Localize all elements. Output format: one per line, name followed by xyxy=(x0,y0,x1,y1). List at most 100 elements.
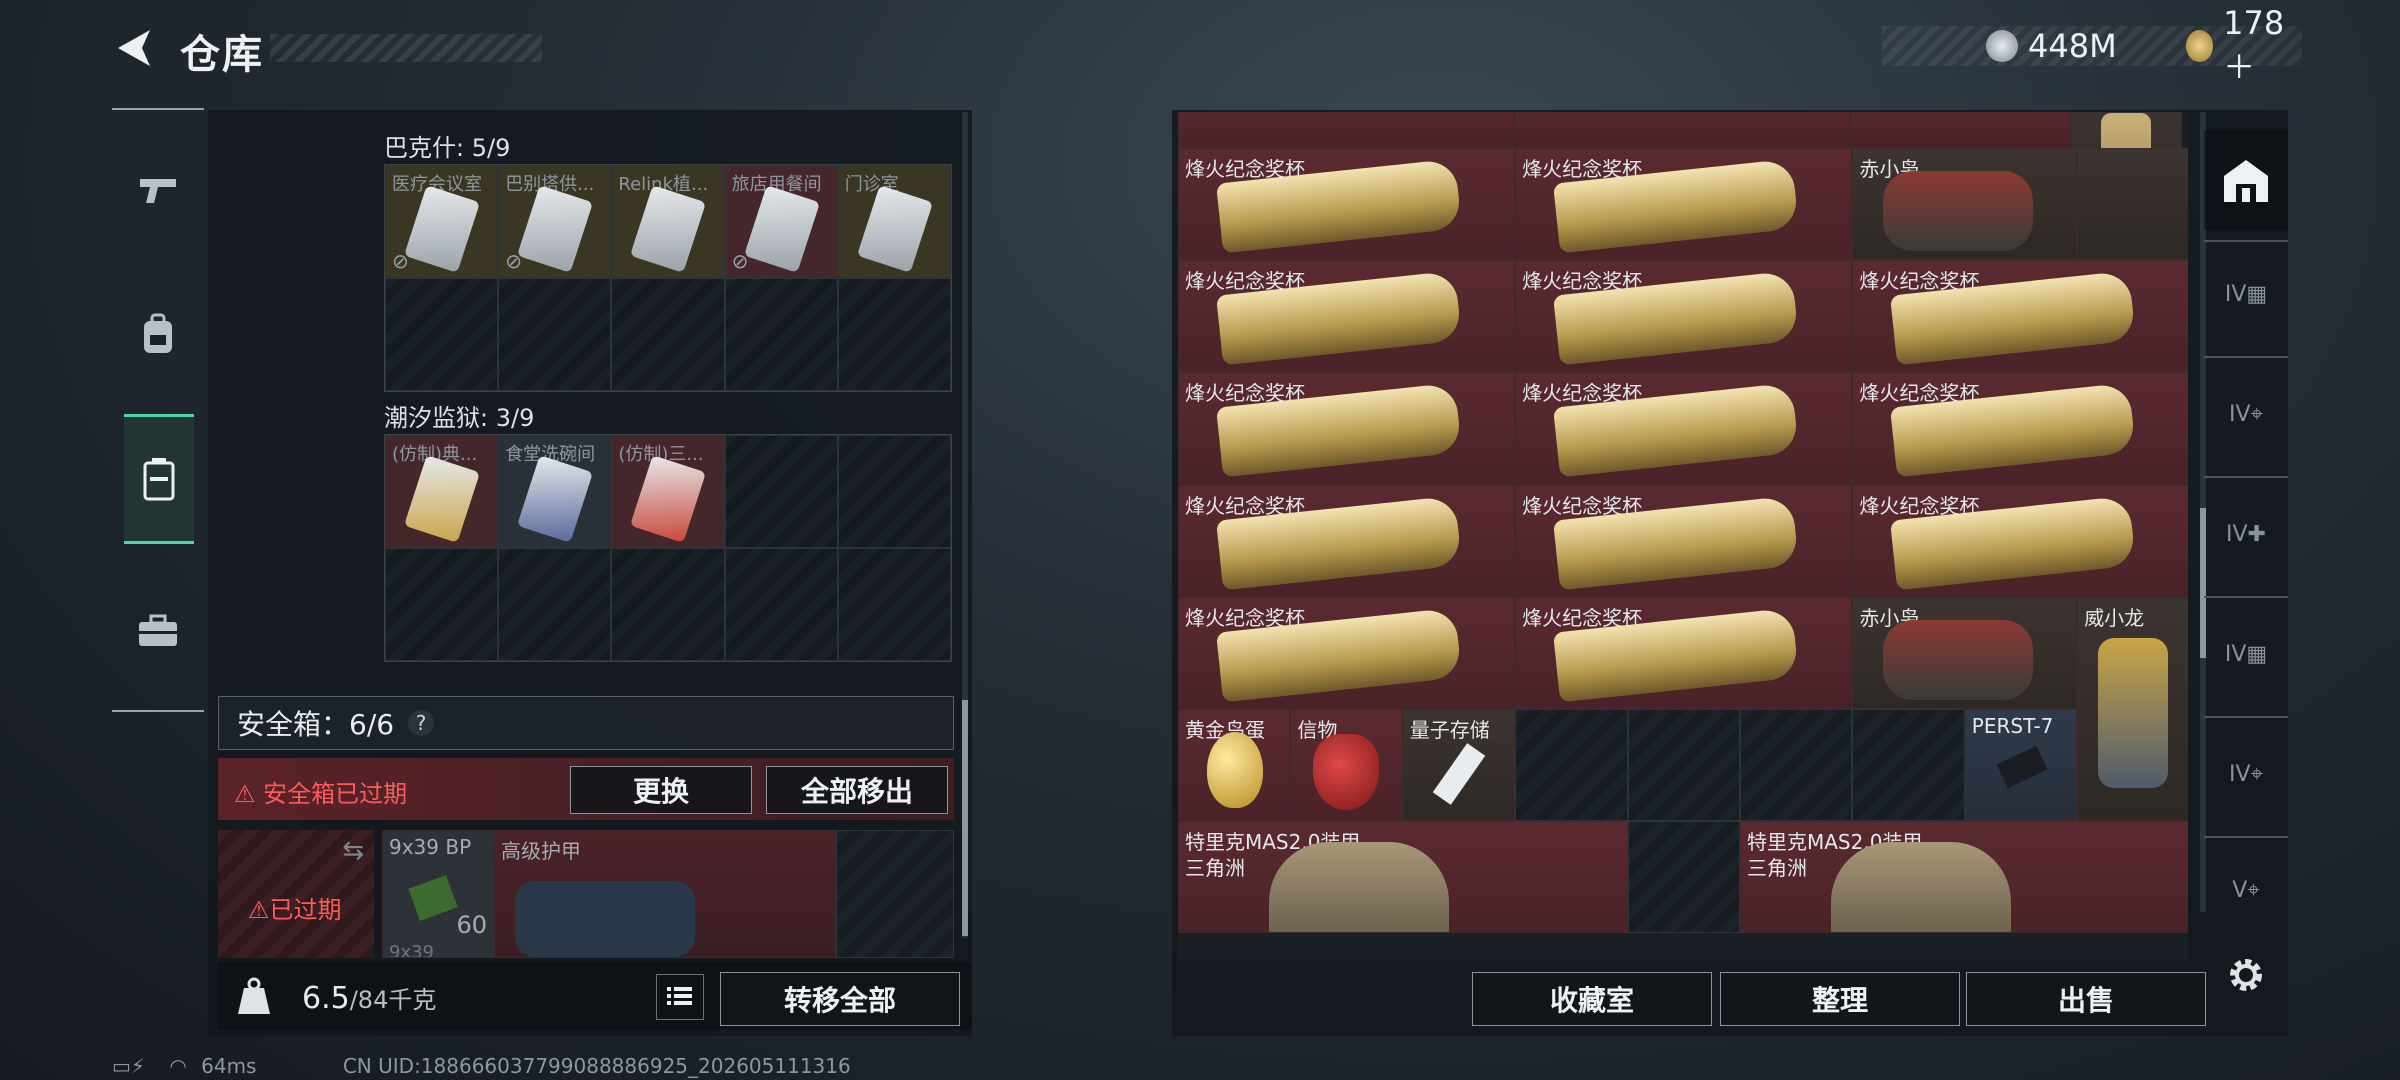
perst-item[interactable]: PERST-7 xyxy=(1964,709,2078,822)
gold-coin-icon xyxy=(2186,30,2214,62)
keycard-slot[interactable]: 门诊室 xyxy=(837,165,951,278)
trophy-item[interactable]: 烽火纪念奖杯 xyxy=(1178,148,1516,261)
empty-slot[interactable] xyxy=(385,548,499,661)
keycard-slot[interactable]: (仿制)三... xyxy=(611,435,725,548)
empty-slot[interactable] xyxy=(1515,709,1628,822)
empty-slot[interactable] xyxy=(498,278,612,391)
empty-slot[interactable] xyxy=(837,548,951,661)
sell-button[interactable]: 出售 xyxy=(1966,972,2206,1026)
item-label: PERST-7 xyxy=(1971,714,2054,738)
case-iv-tab-3[interactable]: IV✚ xyxy=(2204,484,2288,584)
weixiaolong-item[interactable]: 威小龙 xyxy=(2077,596,2188,822)
toolbar-divider xyxy=(2204,836,2288,838)
empty-slot[interactable] xyxy=(1740,709,1853,822)
section-title-bakesh: 巴克什: 5/9 xyxy=(384,134,511,162)
stash-icon xyxy=(2224,160,2268,202)
trophy-item[interactable]: 烽火纪念奖杯 xyxy=(1515,148,1853,261)
replace-button[interactable]: 更换 xyxy=(570,766,752,814)
nav-divider-top xyxy=(112,108,204,110)
expired-notice-text: 安全箱已过期 xyxy=(263,780,408,808)
token-item[interactable]: 信物 xyxy=(1290,709,1403,822)
weight-kg-icon xyxy=(238,977,270,1014)
backpack-icon xyxy=(144,313,172,353)
empty-slot[interactable] xyxy=(836,830,954,958)
empty-slot[interactable] xyxy=(1852,709,1965,822)
currency-gold[interactable]: 178＋ xyxy=(2186,4,2302,86)
empty-slot[interactable] xyxy=(611,278,725,391)
safe-box-slot[interactable]: ⇆ ⚠已过期 xyxy=(218,830,374,958)
no-trade-icon: ⊘ xyxy=(505,249,522,273)
empty-slot[interactable] xyxy=(724,435,838,548)
keycard-slot[interactable]: 旅店用餐间 ⊘ xyxy=(724,165,838,278)
trophy-item[interactable]: 烽火纪念奖杯 xyxy=(1178,260,1516,373)
armor-item[interactable]: 特里克MAS2.0装甲 三角洲 xyxy=(1740,821,2188,934)
case-iv-tab-1[interactable]: IV▦ xyxy=(2204,244,2288,344)
case-iv-tab-2[interactable]: IV⌖ xyxy=(2204,364,2288,464)
keycard-slot[interactable]: Relink植... xyxy=(611,165,725,278)
empty-slot[interactable] xyxy=(498,548,612,661)
case-iv-tab-5[interactable]: IV⌖ xyxy=(2204,724,2288,824)
empty-slot[interactable] xyxy=(837,435,951,548)
nav-container[interactable] xyxy=(124,414,194,544)
armor-item[interactable]: 特里克MAS2.0装甲 三角洲 xyxy=(1178,821,1628,934)
case-v-tab-1[interactable]: V⌖ xyxy=(2204,842,2288,938)
player-uid: CN UID:188666037799088886925_20260511131… xyxy=(342,1054,851,1078)
back-button[interactable] xyxy=(112,26,156,70)
no-trade-icon: ⊘ xyxy=(731,249,749,273)
currency-havoc[interactable]: 448M xyxy=(1986,26,2117,66)
trophy-item[interactable]: 烽火纪念奖杯 xyxy=(1515,596,1853,709)
trophy-item[interactable]: 烽火纪念奖杯 xyxy=(1852,484,2188,597)
case-iv-tab-4[interactable]: IV▦ xyxy=(2204,604,2288,704)
silver-coin-icon xyxy=(1986,30,2018,62)
keycard-slot[interactable]: 医疗会议室 ⊘ xyxy=(385,165,499,278)
trophy-item[interactable]: 烽火纪念奖杯 xyxy=(1515,484,1853,597)
figure-item[interactable] xyxy=(2077,148,2188,261)
ammo-item[interactable]: 9x39 BP 60 9x39 xyxy=(382,830,494,958)
stash-tab[interactable] xyxy=(2204,130,2288,230)
nav-toolbox[interactable] xyxy=(112,566,204,696)
sort-button[interactable]: 整理 xyxy=(1720,972,1960,1026)
list-icon xyxy=(667,987,692,1005)
empty-slot[interactable] xyxy=(385,278,499,391)
list-view-button[interactable] xyxy=(656,974,704,1020)
chixiaoxiao-item[interactable]: 赤小枭 xyxy=(1852,596,2078,709)
weight-value: 6.5 xyxy=(302,981,350,1016)
keycard-grid-prison: (仿制)典... 食堂洗碗间 (仿制)三... xyxy=(384,434,952,662)
trophy-item[interactable]: 烽火纪念奖杯 xyxy=(1852,372,2188,485)
move-all-out-button[interactable]: 全部移出 xyxy=(766,766,948,814)
currency-bar: 448M 178＋ xyxy=(1882,4,2302,86)
empty-slot[interactable] xyxy=(724,278,838,391)
keycard-slot[interactable]: 食堂洗碗间 xyxy=(498,435,612,548)
collection-room-button[interactable]: 收藏室 xyxy=(1472,972,1712,1026)
empty-slot[interactable] xyxy=(1627,821,1740,934)
figure-icon xyxy=(2098,637,2169,788)
quantum-storage-item[interactable]: 量子存储 xyxy=(1402,709,1516,822)
keycard-icon xyxy=(517,185,594,273)
keycard-slot[interactable]: 巴别塔供... ⊘ xyxy=(498,165,612,278)
trophy-item[interactable]: 烽火纪念奖杯 xyxy=(1178,484,1516,597)
empty-slot[interactable] xyxy=(611,548,725,661)
armor-item[interactable]: 高级护甲 xyxy=(494,830,836,958)
device-icon xyxy=(1996,745,2048,789)
trophy-item[interactable]: 烽火纪念奖杯 xyxy=(1515,260,1853,373)
keycard-icon xyxy=(403,185,481,273)
figure-icon xyxy=(1883,619,2034,700)
nav-firearm[interactable] xyxy=(112,124,204,254)
help-icon[interactable]: ? xyxy=(408,710,435,736)
no-trade-icon: ⊘ xyxy=(392,249,409,273)
armor-icon xyxy=(1831,842,2011,933)
trophy-item[interactable]: 烽火纪念奖杯 xyxy=(1852,260,2188,373)
keycard-slot[interactable]: (仿制)典... xyxy=(385,435,499,548)
trophy-item[interactable]: 烽火纪念奖杯 xyxy=(1178,372,1516,485)
golden-egg-item[interactable]: 黄金鸟蛋 xyxy=(1178,709,1291,822)
trophy-item[interactable]: 烽火纪念奖杯 xyxy=(1178,596,1516,709)
empty-slot[interactable] xyxy=(1627,709,1740,822)
left-scrollbar-thumb[interactable] xyxy=(962,700,968,936)
transfer-all-button[interactable]: 转移全部 xyxy=(720,972,960,1026)
nav-backpack[interactable] xyxy=(112,270,204,400)
trophy-item[interactable]: 烽火纪念奖杯 xyxy=(1515,372,1853,485)
empty-slot[interactable] xyxy=(724,548,838,661)
settings-button[interactable] xyxy=(2204,930,2288,1020)
empty-slot[interactable] xyxy=(837,278,951,391)
chixiaoxiao-item[interactable]: 赤小枭 xyxy=(1852,148,2078,261)
